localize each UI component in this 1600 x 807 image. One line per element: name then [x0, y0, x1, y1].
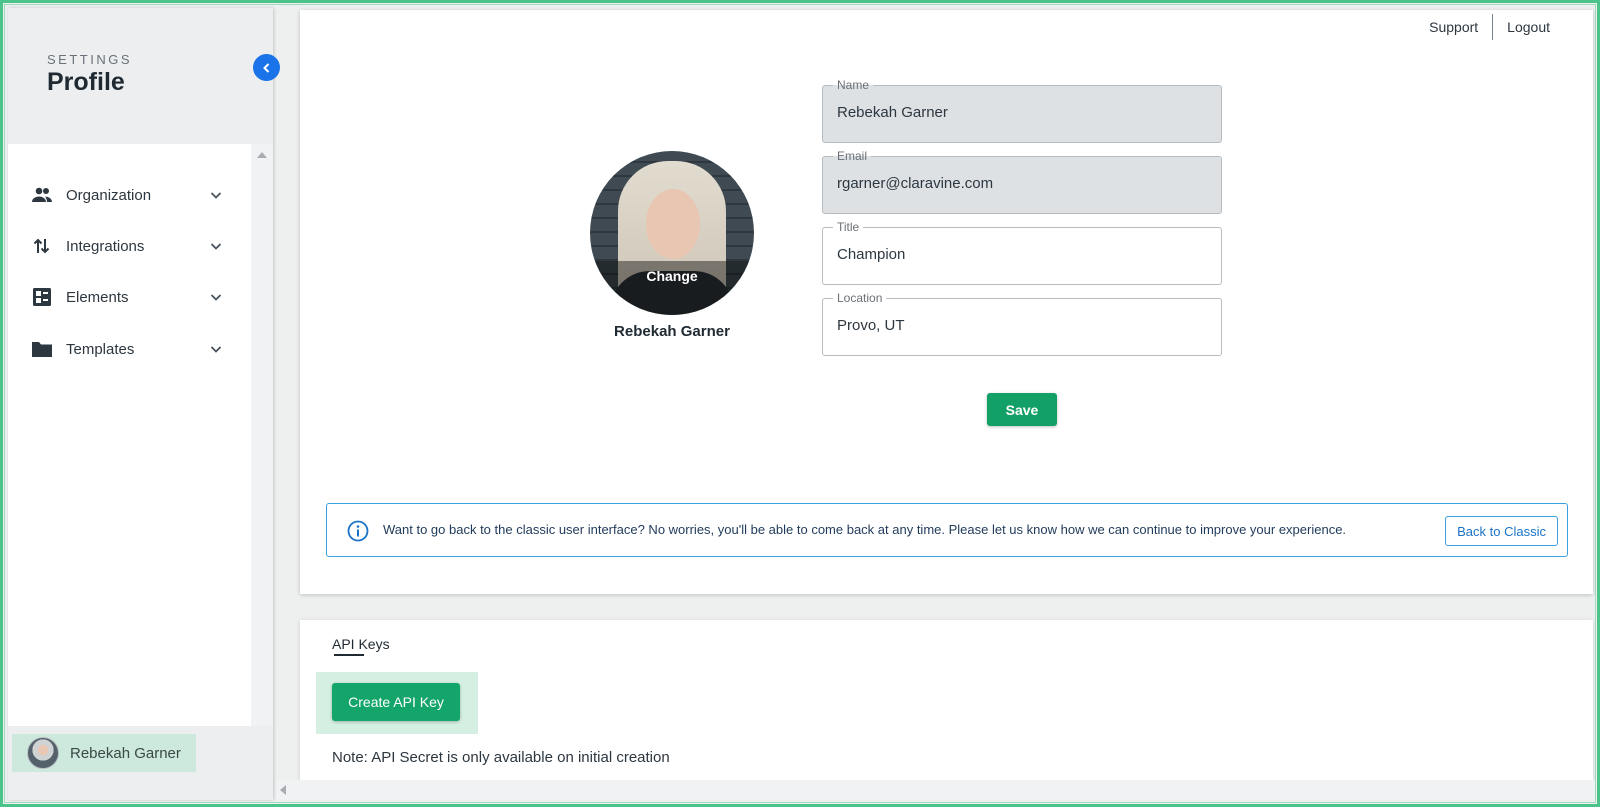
top-nav: Support Logout: [1415, 14, 1564, 40]
classic-ui-notice: Want to go back to the classic user inte…: [326, 503, 1568, 557]
api-secret-note: Note: API Secret is only available on in…: [332, 749, 670, 766]
chevron-left-icon: [262, 62, 269, 73]
sidebar-header: SETTINGS Profile: [8, 8, 273, 144]
avatar: [27, 737, 59, 769]
name-field-label: Name: [833, 78, 874, 92]
profile-card: Change Rebekah Garner Name Email Title L…: [300, 10, 1593, 594]
api-keys-card: API Keys Create API Key Note: API Secret…: [300, 620, 1593, 780]
title-field-label: Title: [833, 220, 864, 234]
dashboard-icon: [30, 285, 54, 309]
swap-vertical-icon: [30, 234, 54, 258]
create-api-key-button[interactable]: Create API Key: [332, 683, 460, 721]
collapse-sidebar-button[interactable]: [253, 54, 280, 81]
sidebar-item-label: Elements: [66, 288, 129, 306]
email-input[interactable]: [837, 175, 1207, 192]
folder-icon: [30, 337, 54, 361]
profile-photo[interactable]: Change: [590, 151, 754, 315]
settings-sidebar: SETTINGS Profile Organization Integratio…: [8, 8, 273, 800]
page-title: Profile: [47, 68, 125, 96]
user-menu[interactable]: Rebekah Garner: [12, 734, 196, 772]
scroll-up-arrow-icon[interactable]: [257, 152, 267, 158]
sidebar-item-templates[interactable]: Templates: [8, 328, 251, 370]
chevron-down-icon: [208, 341, 224, 357]
sidebar-item-label: Organization: [66, 186, 152, 204]
chevron-down-icon: [208, 187, 224, 203]
sidebar-footer: Rebekah Garner: [8, 726, 273, 800]
chevron-down-icon: [208, 238, 224, 254]
user-name: Rebekah Garner: [70, 745, 181, 762]
logout-link[interactable]: Logout: [1493, 19, 1564, 35]
location-field-label: Location: [833, 291, 887, 305]
sidebar-item-label: Integrations: [66, 237, 145, 255]
sidebar-scrollbar[interactable]: [251, 144, 273, 726]
people-icon: [30, 183, 54, 207]
settings-section-label: SETTINGS: [47, 52, 133, 67]
notice-text: Want to go back to the classic user inte…: [383, 522, 1347, 537]
scroll-left-arrow-icon[interactable]: [280, 785, 286, 795]
name-field: Name: [822, 78, 1222, 143]
support-link[interactable]: Support: [1415, 19, 1492, 35]
name-input[interactable]: [837, 104, 1207, 121]
location-input[interactable]: [837, 317, 1207, 334]
change-photo-button[interactable]: Change: [590, 268, 754, 284]
tab-api-keys[interactable]: API Keys: [332, 636, 390, 652]
photo-face: [646, 189, 700, 259]
chevron-down-icon: [208, 289, 224, 305]
title-input[interactable]: [837, 246, 1207, 263]
location-field: Location: [822, 291, 1222, 356]
sidebar-item-elements[interactable]: Elements: [8, 276, 251, 318]
title-field: Title: [822, 220, 1222, 285]
back-to-classic-button[interactable]: Back to Classic: [1445, 516, 1558, 546]
save-button[interactable]: Save: [987, 393, 1057, 426]
sidebar-item-label: Templates: [66, 340, 135, 358]
info-icon: [346, 519, 370, 543]
create-api-key-highlight: Create API Key: [316, 672, 478, 734]
sidebar-item-organization[interactable]: Organization: [8, 174, 251, 216]
sidebar-item-integrations[interactable]: Integrations: [8, 225, 251, 267]
active-tab-indicator: [334, 654, 364, 656]
profile-display-name: Rebekah Garner: [614, 323, 730, 340]
horizontal-scrollbar[interactable]: [276, 780, 1596, 800]
email-field-label: Email: [833, 149, 872, 163]
email-field: Email: [822, 149, 1222, 214]
